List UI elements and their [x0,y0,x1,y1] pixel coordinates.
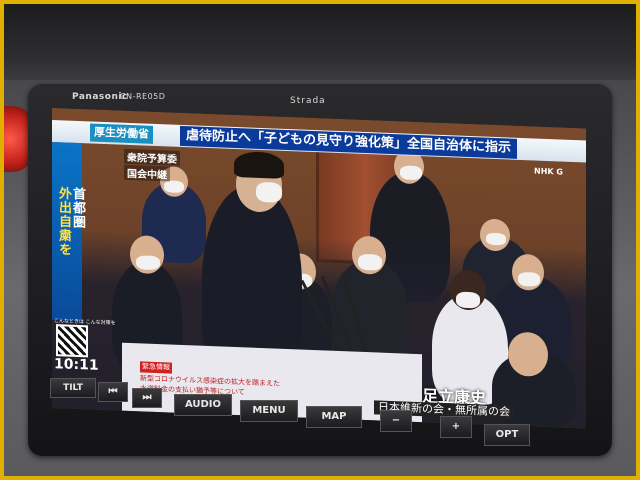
audience-mask [518,271,540,287]
series-logo: Strada [290,96,326,106]
qr-code-icon [56,324,88,358]
clock: 10:11 [54,356,99,374]
guard-mask [400,165,422,181]
opt-button[interactable]: OPT [484,424,530,446]
volume-down-button[interactable]: − [380,410,412,432]
channel-logo: NHK G [534,166,563,177]
program-subtag: 衆院予算委 [124,148,180,166]
dashboard-top-panel [0,0,640,80]
audience-mask [164,180,184,194]
info-sidebar: 首都圏 外出自粛を [52,142,85,322]
audience-mask [456,291,480,309]
urgent-badge: 緊急情報 [140,361,172,374]
map-button[interactable]: MAP [306,406,362,428]
speaker-head [508,331,548,378]
model-label: CN-RE05D [120,92,166,101]
audio-button[interactable]: AUDIO [174,394,232,416]
menu-button[interactable]: MENU [240,400,298,422]
tilt-button[interactable]: TILT [50,378,96,398]
next-track-icon[interactable]: ⏭ [132,388,162,408]
minister-mask [256,181,282,203]
audience-mask [136,255,160,271]
audience-mask [486,232,506,246]
program-subtag: 国会中継 [124,164,170,182]
ministry-tag: 厚生労働省 [90,123,153,144]
tv-screen[interactable]: 厚生労働省 虐待防止へ「子どもの見守り強化策」全国自治体に指示 NHK G 衆院… [52,108,586,429]
sidebar-text: 外出自粛を [56,186,71,257]
audience-mask [358,253,382,271]
previous-track-icon[interactable]: ⏮ [98,382,128,402]
volume-up-button[interactable]: + [440,416,472,438]
